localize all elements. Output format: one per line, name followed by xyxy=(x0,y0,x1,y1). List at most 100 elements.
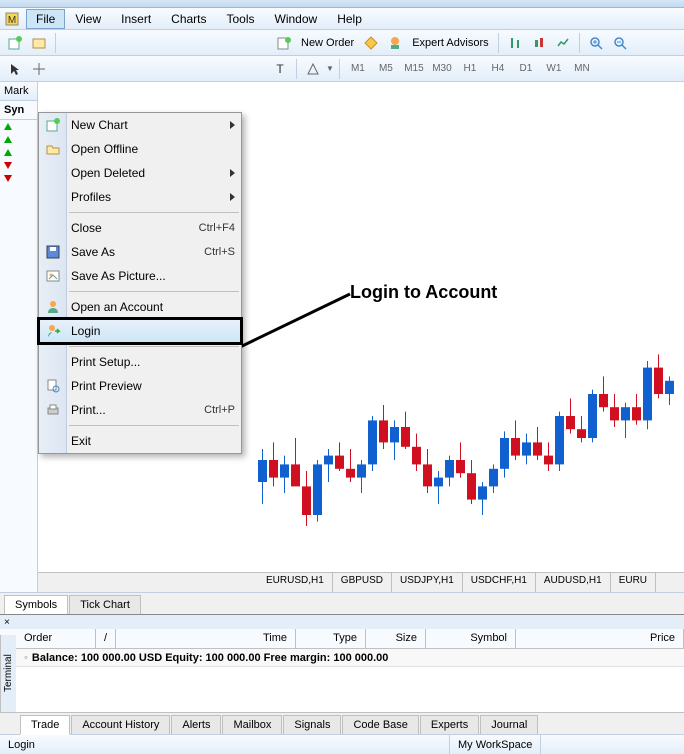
tf-m5[interactable]: M5 xyxy=(373,60,399,78)
tab-code-base[interactable]: Code Base xyxy=(342,715,418,734)
terminal-vertical-tab[interactable]: Terminal xyxy=(0,635,16,712)
down-arrow-icon xyxy=(4,175,12,182)
chart-tab[interactable]: USDJPY,H1 xyxy=(392,573,463,592)
menu-print-preview[interactable]: Print Preview xyxy=(39,374,241,398)
objects-icon[interactable] xyxy=(302,58,324,80)
zoom-out-icon[interactable] xyxy=(609,32,631,54)
tf-w1[interactable]: W1 xyxy=(541,60,567,78)
svg-text:M: M xyxy=(8,15,16,26)
menu-tools[interactable]: Tools xyxy=(217,9,265,29)
menu-view[interactable]: View xyxy=(65,9,111,29)
tf-mn[interactable]: MN xyxy=(569,60,595,78)
folder-open-icon xyxy=(43,139,63,159)
col-symbol[interactable]: Symbol xyxy=(426,629,516,648)
crosshair-icon[interactable] xyxy=(28,58,50,80)
new-chart-icon[interactable] xyxy=(4,32,26,54)
symbol-row[interactable] xyxy=(0,133,37,146)
status-workspace: My WorkSpace xyxy=(450,735,541,754)
menu-charts[interactable]: Charts xyxy=(161,9,216,29)
balance-bullet-icon: ◦ xyxy=(24,652,28,664)
menu-open-deleted[interactable]: Open Deleted xyxy=(39,161,241,185)
app-icon: M xyxy=(4,11,20,27)
window-title-bar xyxy=(0,0,684,8)
status-bar: Login My WorkSpace xyxy=(0,734,684,754)
down-arrow-icon xyxy=(4,162,12,169)
col-type[interactable]: Type xyxy=(296,629,366,648)
expert-status-icon[interactable] xyxy=(360,32,382,54)
up-arrow-icon xyxy=(4,123,12,130)
symbol-row[interactable] xyxy=(0,146,37,159)
tab-trade[interactable]: Trade xyxy=(20,715,70,735)
col-order[interactable]: Order xyxy=(16,629,96,648)
menu-save-as-picture[interactable]: Save As Picture... xyxy=(39,264,241,288)
col-sort[interactable]: / xyxy=(96,629,116,648)
annotation-label: Login to Account xyxy=(350,282,497,303)
zoom-in-icon[interactable] xyxy=(585,32,607,54)
bar-chart-icon[interactable] xyxy=(504,32,526,54)
new-order-button[interactable]: New Order xyxy=(297,32,358,54)
tab-tick-chart[interactable]: Tick Chart xyxy=(69,595,141,614)
menu-file[interactable]: File xyxy=(26,9,65,29)
menu-open-offline[interactable]: Open Offline xyxy=(39,137,241,161)
menu-profiles[interactable]: Profiles xyxy=(39,185,241,209)
menu-save-as[interactable]: Save AsCtrl+S xyxy=(39,240,241,264)
menu-print[interactable]: Print...Ctrl+P xyxy=(39,398,241,422)
text-label-icon[interactable]: T xyxy=(269,58,291,80)
tab-symbols[interactable]: Symbols xyxy=(4,595,68,615)
menu-exit[interactable]: Exit xyxy=(39,429,241,453)
col-price[interactable]: Price xyxy=(516,629,684,648)
chart-tab[interactable]: EURUSD,H1 xyxy=(258,573,333,592)
picture-icon xyxy=(43,266,63,286)
tf-m30[interactable]: M30 xyxy=(429,60,455,78)
new-order-icon[interactable] xyxy=(273,32,295,54)
col-size[interactable]: Size xyxy=(366,629,426,648)
tab-mailbox[interactable]: Mailbox xyxy=(222,715,282,734)
tf-d1[interactable]: D1 xyxy=(513,60,539,78)
toolbar-2: T ▼ M1 M5 M15 M30 H1 H4 D1 W1 MN xyxy=(0,56,684,82)
menu-bar: M File View Insert Charts Tools Window H… xyxy=(0,8,684,30)
tf-m15[interactable]: M15 xyxy=(401,60,427,78)
chart-tab[interactable]: EURU xyxy=(611,573,656,592)
menu-print-setup[interactable]: Print Setup... xyxy=(39,350,241,374)
terminal-tabs: Trade Account History Alerts Mailbox Sig… xyxy=(0,712,684,734)
tf-h4[interactable]: H4 xyxy=(485,60,511,78)
menu-insert[interactable]: Insert xyxy=(111,9,161,29)
menu-open-account[interactable]: Open an Account xyxy=(39,295,241,319)
market-watch-panel: Mark Syn xyxy=(0,82,38,592)
symbol-row[interactable] xyxy=(0,159,37,172)
menu-help[interactable]: Help xyxy=(327,9,372,29)
chart-tab[interactable]: USDCHF,H1 xyxy=(463,573,536,592)
cursor-icon[interactable] xyxy=(4,58,26,80)
line-chart-icon[interactable] xyxy=(552,32,574,54)
close-icon[interactable]: × xyxy=(4,617,10,628)
terminal-panel: Terminal × Order / Time Type Size Symbol… xyxy=(0,614,684,734)
chart-tab[interactable]: GBPUSD xyxy=(333,573,392,592)
expert-advisors-icon[interactable] xyxy=(384,32,406,54)
menu-close[interactable]: CloseCtrl+F4 xyxy=(39,216,241,240)
menu-login[interactable]: Login xyxy=(39,319,241,343)
tab-alerts[interactable]: Alerts xyxy=(171,715,221,734)
tab-signals[interactable]: Signals xyxy=(283,715,341,734)
tab-journal[interactable]: Journal xyxy=(480,715,538,734)
expert-advisors-button[interactable]: Expert Advisors xyxy=(408,32,492,54)
balance-row: ◦ Balance: 100 000.00 USD Equity: 100 00… xyxy=(0,649,684,667)
profiles-icon[interactable] xyxy=(28,32,50,54)
tf-h1[interactable]: H1 xyxy=(457,60,483,78)
tab-experts[interactable]: Experts xyxy=(420,715,479,734)
person-arrow-icon xyxy=(44,321,64,341)
print-preview-icon xyxy=(43,376,63,396)
terminal-headers: Order / Time Type Size Symbol Price xyxy=(0,629,684,649)
up-arrow-icon xyxy=(4,149,12,156)
menu-new-chart[interactable]: New Chart xyxy=(39,113,241,137)
symbol-row[interactable] xyxy=(0,172,37,185)
annotation-arrow xyxy=(240,292,355,352)
symbol-row[interactable] xyxy=(0,120,37,133)
candle-chart-icon[interactable] xyxy=(528,32,550,54)
chart-tab[interactable]: AUDUSD,H1 xyxy=(536,573,611,592)
toolbar-1: New Order Expert Advisors xyxy=(0,30,684,56)
tab-account-history[interactable]: Account History xyxy=(71,715,170,734)
svg-text:T: T xyxy=(276,62,284,76)
menu-window[interactable]: Window xyxy=(265,9,328,29)
col-time[interactable]: Time xyxy=(116,629,296,648)
tf-m1[interactable]: M1 xyxy=(345,60,371,78)
